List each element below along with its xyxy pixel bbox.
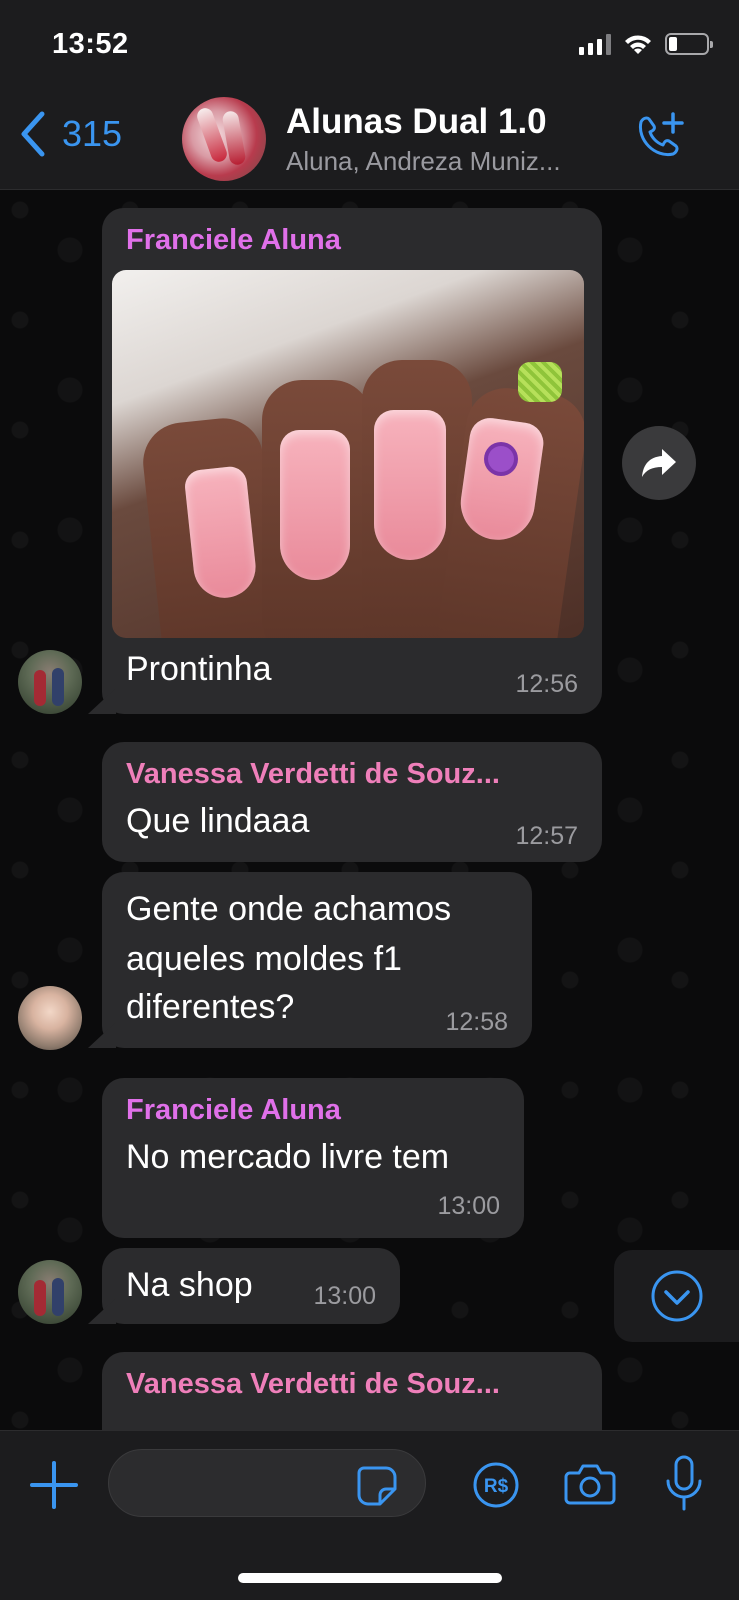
back-button[interactable]: 315 xyxy=(18,110,122,158)
bubble-tail xyxy=(88,1298,116,1324)
message-text: No mercado livre tem xyxy=(126,1138,450,1176)
forward-icon xyxy=(642,449,676,477)
camera-button[interactable] xyxy=(564,1461,616,1512)
bubble-tail xyxy=(88,688,116,714)
nail-3 xyxy=(374,410,446,560)
chevron-down-circle-icon xyxy=(651,1270,702,1322)
message-bubble[interactable]: Franciele Aluna Prontinha 12:56 xyxy=(88,208,602,714)
signal-icon xyxy=(579,33,611,55)
plus-icon xyxy=(30,1461,78,1509)
chat-header: 315 Alunas Dual 1.0 Aluna, Andreza Muniz… xyxy=(0,92,739,190)
message-time: 13:00 xyxy=(437,1192,500,1220)
group-title[interactable]: Alunas Dual 1.0 xyxy=(286,102,547,142)
phone-plus-icon xyxy=(638,112,684,157)
status-bar: 13:52 xyxy=(0,0,739,92)
message-line: aqueles moldes f1 xyxy=(126,940,402,978)
message-line: diferentes? xyxy=(126,988,295,1026)
message-text: Na shop xyxy=(126,1266,253,1304)
microphone-icon xyxy=(666,1455,702,1511)
sender-avatar[interactable] xyxy=(18,650,82,714)
group-avatar[interactable] xyxy=(182,97,266,181)
message-time: 12:57 xyxy=(515,822,578,850)
sender-name: Franciele Aluna xyxy=(126,1094,341,1126)
message-bubble[interactable]: Gente onde achamos aqueles moldes f1 dif… xyxy=(88,872,532,1048)
sender-name: Vanessa Verdetti de Souz... xyxy=(126,1368,500,1400)
message-bubble[interactable]: Vanessa Verdetti de Souz... Que lindaaa … xyxy=(102,742,602,862)
scroll-down-button[interactable] xyxy=(614,1250,739,1342)
real-currency-icon: R$ xyxy=(473,1462,519,1508)
bubble-tail xyxy=(88,1022,116,1048)
message-text: Que lindaaa xyxy=(126,802,310,840)
message-time: 13:00 xyxy=(313,1282,376,1310)
chevron-left-icon xyxy=(21,111,45,157)
unread-count: 315 xyxy=(62,113,123,154)
mic-button[interactable] xyxy=(664,1455,704,1518)
glitter-decoration xyxy=(518,362,562,402)
input-bar: R$ xyxy=(0,1430,739,1600)
photo-attachment[interactable] xyxy=(112,270,584,638)
nail-2 xyxy=(280,430,350,580)
sender-name: Vanessa Verdetti de Souz... xyxy=(126,758,500,790)
attach-button[interactable] xyxy=(30,1461,78,1514)
sender-avatar[interactable] xyxy=(18,986,82,1050)
add-call-button[interactable] xyxy=(631,110,687,171)
sticker-icon xyxy=(357,1466,397,1506)
forward-button[interactable] xyxy=(622,426,696,500)
battery-icon xyxy=(665,33,713,55)
message-line: Gente onde achamos xyxy=(126,890,452,928)
message-text: Prontinha xyxy=(126,650,272,688)
status-time: 13:52 xyxy=(52,28,129,60)
wifi-icon xyxy=(625,35,651,54)
message-bubble[interactable]: Franciele Aluna No mercado livre tem 13:… xyxy=(102,1078,524,1238)
message-bubble[interactable]: Vanessa Verdetti de Souz... xyxy=(102,1352,602,1430)
chat-area[interactable]: Franciele Aluna Prontinha 12:56 Vanessa … xyxy=(0,190,739,1430)
sender-avatar[interactable] xyxy=(18,1260,82,1324)
sender-name: Franciele Aluna xyxy=(126,224,341,256)
group-members[interactable]: Aluna, Andreza Muniz... xyxy=(286,146,596,177)
message-time: 12:58 xyxy=(445,1008,508,1036)
svg-text:R$: R$ xyxy=(484,1476,509,1497)
rose-decoration xyxy=(488,446,514,472)
message-time: 12:56 xyxy=(515,670,578,698)
payment-button[interactable]: R$ xyxy=(472,1461,520,1514)
camera-icon xyxy=(564,1464,616,1505)
sticker-button[interactable] xyxy=(356,1465,398,1512)
message-bubble[interactable]: Na shop 13:00 xyxy=(88,1248,400,1324)
status-icons xyxy=(579,32,713,56)
home-indicator xyxy=(238,1573,502,1583)
